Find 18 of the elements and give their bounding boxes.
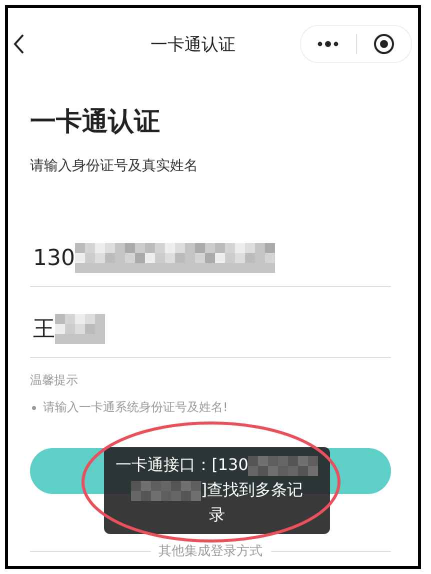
- page-heading: 一卡通认证: [30, 106, 161, 139]
- tip-item: 请输入一卡通系统身份证号及姓名!: [43, 399, 228, 416]
- toast-text: 一卡通接口：[130: [116, 455, 248, 476]
- subtitle: 请输入身份证号及真实姓名: [30, 157, 199, 175]
- window-title: 一卡通认证: [150, 34, 236, 56]
- more-icon[interactable]: [316, 40, 340, 48]
- tips-title: 温馨提示: [30, 372, 79, 389]
- field-value: 130: [33, 246, 75, 270]
- other-login-label: 其他集成登录方式: [158, 543, 262, 560]
- toast-text: 录: [209, 505, 225, 526]
- field-value: 王: [33, 316, 55, 344]
- bullet-icon: [32, 406, 36, 410]
- toast-text: ]查找到多条记: [200, 480, 304, 501]
- redaction-drawing: [248, 456, 318, 476]
- redaction-drawing: [130, 480, 201, 500]
- input-field[interactable]: 王: [30, 301, 391, 358]
- input-field[interactable]: 130: [30, 230, 391, 287]
- back-icon[interactable]: [12, 33, 26, 55]
